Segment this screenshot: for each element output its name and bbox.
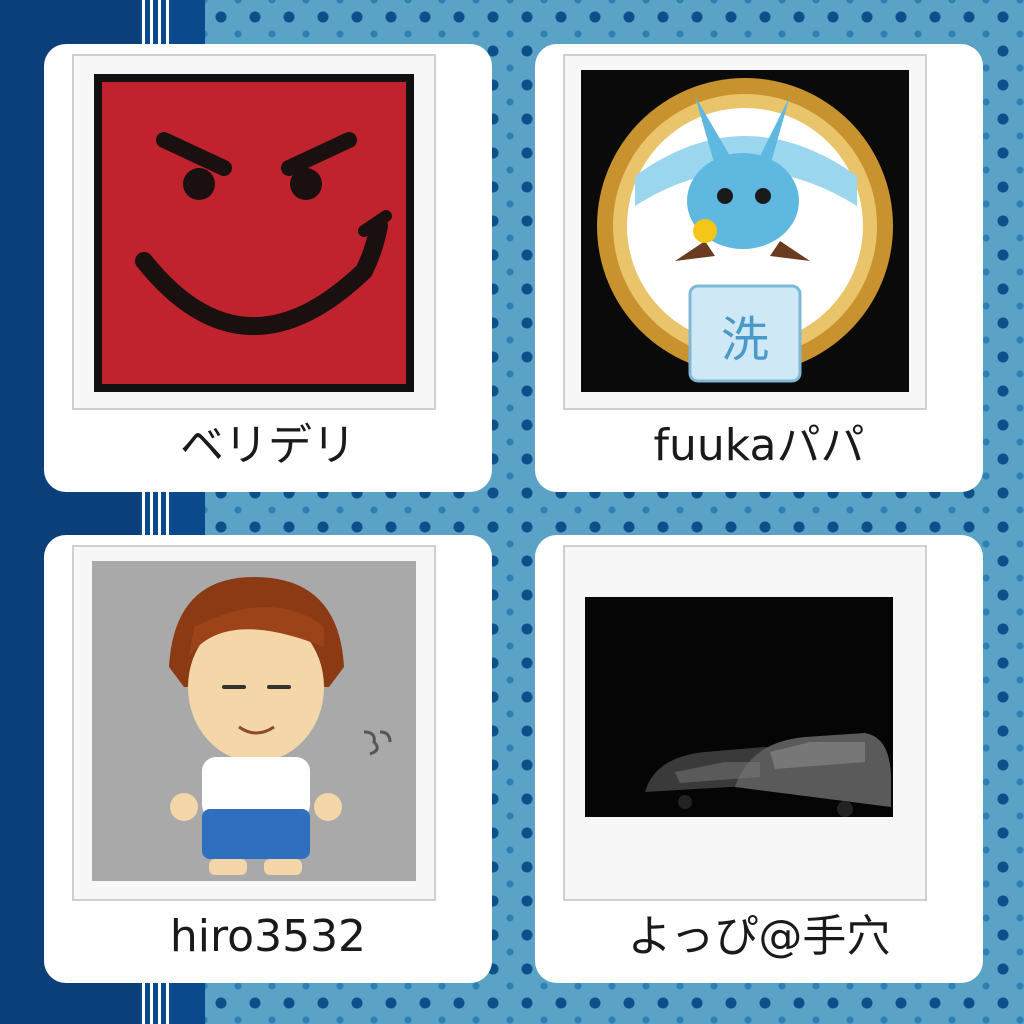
svg-text:洗: 洗 <box>721 312 769 368</box>
avatar-frame <box>72 545 436 901</box>
user-card-beridery[interactable]: ベリデリ <box>44 44 492 492</box>
devil-smile-avatar-icon <box>94 74 414 392</box>
cartoon-boy-avatar-icon <box>92 561 416 881</box>
user-card-fuuka-papa[interactable]: 洗 fuukaパパ <box>535 44 983 492</box>
username-label: fuukaパパ <box>653 420 865 471</box>
avatar-frame <box>72 54 436 410</box>
blue-rabbit-medal-icon: 洗 <box>581 70 909 392</box>
avatar-frame: 洗 <box>563 54 927 410</box>
username-label: よっぴ@手穴 <box>627 911 891 962</box>
avatar-frame <box>563 545 927 901</box>
user-card-hiro3532[interactable]: hiro3532 <box>44 535 492 983</box>
username-label: ベリデリ <box>180 420 356 471</box>
dark-cars-avatar-icon <box>585 597 893 817</box>
username-label: hiro3532 <box>169 911 367 962</box>
user-card-yoppi[interactable]: よっぴ@手穴 <box>535 535 983 983</box>
